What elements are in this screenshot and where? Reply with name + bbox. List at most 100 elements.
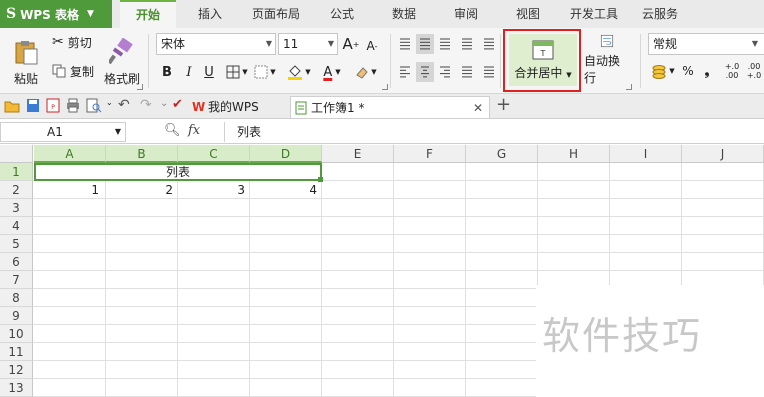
percent-button[interactable]: % <box>681 61 695 81</box>
increase-font-icon[interactable]: A + <box>342 34 360 54</box>
export-pdf-icon[interactable]: P <box>46 98 60 113</box>
number-format-select[interactable]: 常规 ▼ <box>648 33 764 55</box>
column-header-d[interactable]: D <box>250 145 322 163</box>
cell-a2[interactable]: 1 <box>34 182 102 198</box>
row-header-8[interactable]: 8 <box>0 289 33 307</box>
open-folder-icon[interactable] <box>4 99 20 113</box>
print-preview-icon[interactable] <box>86 98 102 113</box>
clear-format-button[interactable]: ▼ <box>352 62 380 82</box>
underline-button[interactable]: U <box>200 62 218 82</box>
distributed-icon[interactable] <box>480 62 498 82</box>
copy-button[interactable]: 复制 <box>52 61 94 81</box>
cell-c2[interactable]: 3 <box>178 182 248 198</box>
customize-icon[interactable]: ⌄ <box>160 98 168 109</box>
comma-button[interactable]: ❟ <box>700 61 714 81</box>
select-all-corner[interactable] <box>0 145 33 163</box>
row-header-3[interactable]: 3 <box>0 199 33 217</box>
name-box[interactable]: A1 ▼ <box>0 122 126 142</box>
column-header-i[interactable]: I <box>610 145 682 163</box>
align-middle-icon[interactable] <box>416 34 434 54</box>
tab-formulas[interactable]: 公式 <box>318 0 366 28</box>
undo-icon[interactable]: ↶ <box>118 97 130 113</box>
currency-button[interactable]: ▼ <box>648 61 678 81</box>
tab-data[interactable]: 数据 <box>380 0 428 28</box>
doc-tab-workbook1[interactable]: 工作簿1 * ✕ <box>290 96 490 118</box>
column-header-j[interactable]: J <box>682 145 764 163</box>
fill-color-button[interactable]: ▼ <box>284 62 314 82</box>
wrap-text-button[interactable]: 自动换行 <box>584 34 630 86</box>
align-right-icon[interactable] <box>436 62 454 82</box>
row-header-5[interactable]: 5 <box>0 235 33 253</box>
decrease-font-icon[interactable]: A- <box>364 36 380 56</box>
increase-decimal-button[interactable]: +.0.00 <box>722 59 742 83</box>
watermark-text: 软件技巧 <box>542 314 703 358</box>
tab-cloud[interactable]: 云服务 <box>636 0 684 28</box>
row-header-13[interactable]: 13 <box>0 379 33 397</box>
redo-icon[interactable]: ↷ <box>140 97 152 113</box>
paste-button[interactable]: 粘贴 <box>6 32 46 92</box>
column-header-e[interactable]: E <box>322 145 394 163</box>
pin-icon[interactable]: ✔ <box>172 97 183 112</box>
zoom-search-icon[interactable]: 🔍︎ <box>164 123 181 138</box>
tab-home[interactable]: 开始 <box>120 0 176 28</box>
merged-cell-a1-d1[interactable]: 列表 <box>34 163 322 181</box>
format-painter-button[interactable]: 格式刷 <box>102 32 142 92</box>
column-header-a[interactable]: A <box>34 145 106 163</box>
new-tab-plus-icon[interactable]: + <box>496 94 511 115</box>
cut-button[interactable]: ✂ 剪切 <box>52 32 92 52</box>
bold-button[interactable]: B <box>158 62 176 82</box>
font-launcher-icon[interactable] <box>382 84 388 90</box>
align-center-icon[interactable] <box>416 62 434 82</box>
row-header-4[interactable]: 4 <box>0 217 33 235</box>
print-icon[interactable] <box>66 98 80 113</box>
font-name-select[interactable]: 宋体 ▼ <box>156 33 276 55</box>
wrap-text-label: 自动换行 <box>584 54 621 85</box>
align-left-icon[interactable] <box>396 62 414 82</box>
clipboard-launcher-icon[interactable] <box>137 84 143 90</box>
italic-button[interactable]: I <box>180 62 198 82</box>
close-icon[interactable]: ✕ <box>473 97 483 119</box>
merge-center-button[interactable]: T 合并居中 ▼ <box>509 34 577 86</box>
menu-bar: S WPS 表格 ▼ 开始 插入 页面布局 公式 数据 审阅 视图 开发工具 云… <box>0 0 764 28</box>
row-header-2[interactable]: 2 <box>0 181 33 199</box>
fx-icon[interactable]: fx <box>188 123 200 138</box>
indent-decrease-icon[interactable] <box>480 34 498 54</box>
row-header-9[interactable]: 9 <box>0 307 33 325</box>
save-icon[interactable] <box>26 98 40 113</box>
row-header-12[interactable]: 12 <box>0 361 33 379</box>
alignment-launcher-icon[interactable] <box>626 84 632 90</box>
tab-developer[interactable]: 开发工具 <box>562 0 626 28</box>
row-header-11[interactable]: 11 <box>0 343 33 361</box>
doc-tab-mywps[interactable]: W 我的WPS <box>188 96 286 118</box>
row-header-10[interactable]: 10 <box>0 325 33 343</box>
font-color-button[interactable]: A ▼ <box>318 62 346 82</box>
column-header-c[interactable]: C <box>178 145 250 163</box>
more-icon[interactable]: ⌄ <box>106 98 113 107</box>
doc-tab-label: 工作簿1 * <box>311 101 365 115</box>
align-top-icon[interactable] <box>396 34 414 54</box>
column-header-g[interactable]: G <box>466 145 538 163</box>
copy-label: 复制 <box>70 64 95 79</box>
cell-d2[interactable]: 4 <box>250 182 320 198</box>
tab-view[interactable]: 视图 <box>504 0 552 28</box>
cell-b2[interactable]: 2 <box>106 182 176 198</box>
column-header-b[interactable]: B <box>106 145 178 163</box>
font-size-select[interactable]: 11 ▼ <box>278 33 338 55</box>
text-direction-icon[interactable] <box>458 34 476 54</box>
row-header-1[interactable]: 1 <box>0 163 33 181</box>
spreadsheet-file-icon <box>295 101 307 115</box>
row-header-7[interactable]: 7 <box>0 271 33 289</box>
align-bottom-icon[interactable] <box>436 34 454 54</box>
justify-icon[interactable] <box>458 62 476 82</box>
tab-insert[interactable]: 插入 <box>186 0 234 28</box>
tab-review[interactable]: 审阅 <box>442 0 490 28</box>
tab-page-layout[interactable]: 页面布局 <box>244 0 308 28</box>
app-menu-button[interactable]: S WPS 表格 ▼ <box>0 0 112 28</box>
row-header-6[interactable]: 6 <box>0 253 33 271</box>
column-header-h[interactable]: H <box>538 145 610 163</box>
formula-input[interactable]: 列表 <box>224 122 764 142</box>
decrease-decimal-button[interactable]: .00 +.0 <box>744 59 764 83</box>
fill-pattern-button[interactable]: ▼ <box>252 62 278 82</box>
column-header-f[interactable]: F <box>394 145 466 163</box>
borders-button[interactable]: ▼ <box>224 62 250 82</box>
